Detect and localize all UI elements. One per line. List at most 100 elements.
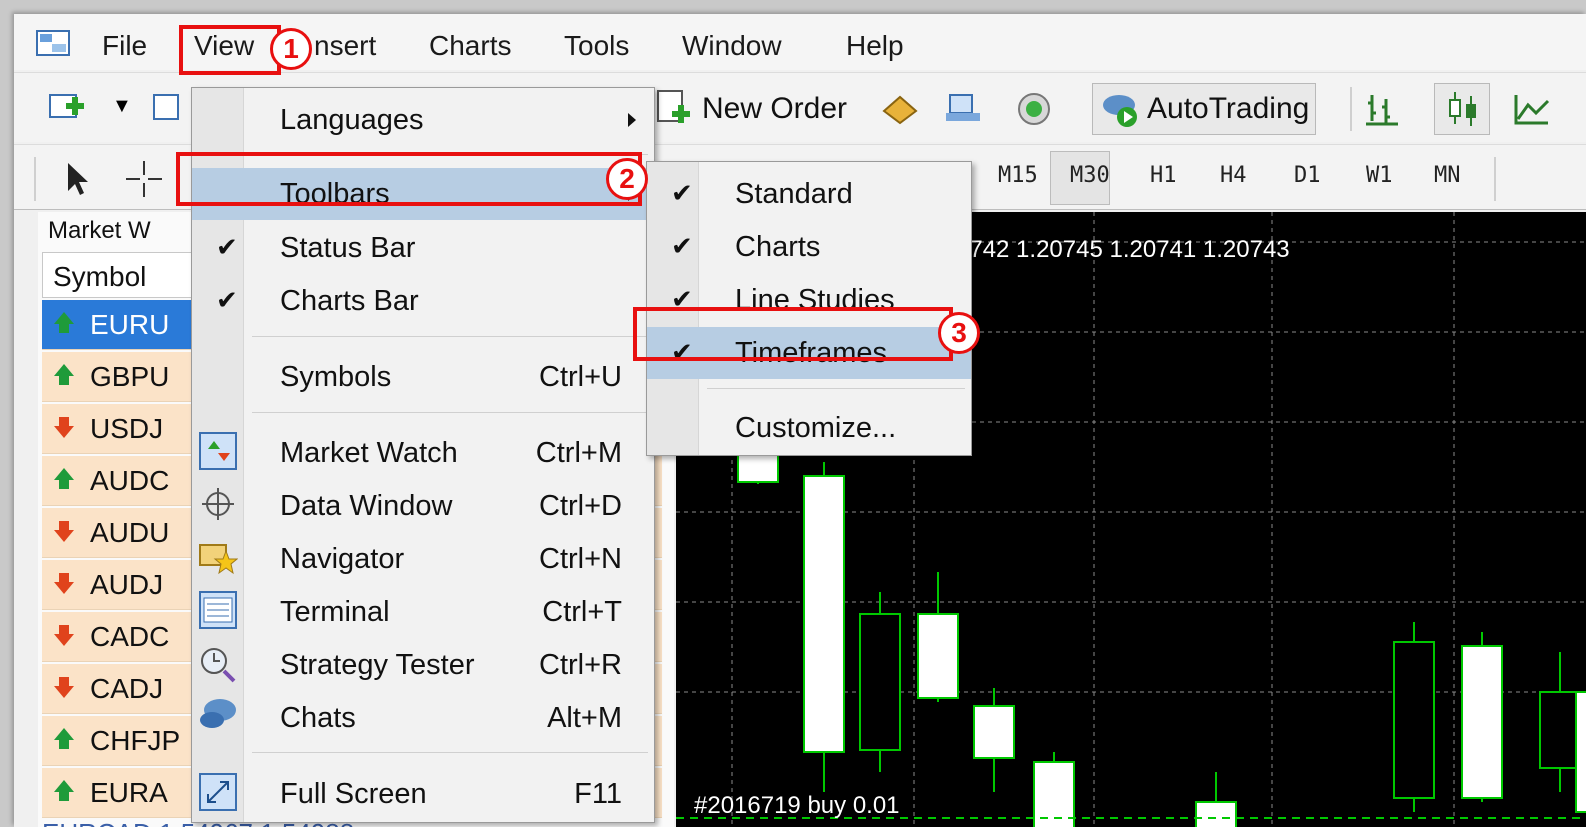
timeframe-h1[interactable]: H1 bbox=[1150, 163, 1177, 188]
signals-icon[interactable] bbox=[944, 91, 984, 127]
callout-badge-1: 1 bbox=[270, 28, 312, 70]
menu-item-chats[interactable]: Chats Alt+M bbox=[192, 692, 654, 744]
menu-item-symbols[interactable]: Symbols Ctrl+U bbox=[192, 351, 654, 403]
menu-item-terminal[interactable]: Terminal Ctrl+T bbox=[192, 586, 654, 638]
candle-body bbox=[1575, 691, 1586, 813]
menu-help[interactable]: Help bbox=[846, 30, 904, 62]
menu-tools[interactable]: Tools bbox=[564, 30, 629, 62]
submenu-item-standard[interactable]: ✔ Standard bbox=[647, 168, 971, 220]
timeframe-m30[interactable]: M30 bbox=[1070, 163, 1110, 188]
menu-separator bbox=[252, 412, 648, 413]
symbol-name: EURA bbox=[90, 777, 168, 808]
menu-separator bbox=[707, 388, 965, 389]
symbol-name: USDJ bbox=[90, 413, 164, 444]
strategy-tester-icon bbox=[201, 648, 236, 683]
arrow-up-icon bbox=[52, 364, 76, 388]
symbol-name: CADC bbox=[90, 621, 170, 652]
symbol-name: AUDU bbox=[90, 517, 170, 548]
new-order-label: New Order bbox=[702, 92, 848, 125]
arrow-down-icon bbox=[52, 624, 76, 648]
callout-box-toolbars bbox=[176, 152, 642, 206]
menu-item-status-bar[interactable]: ✔ Status Bar bbox=[192, 222, 654, 274]
menu-item-strategy-tester[interactable]: Strategy Tester Ctrl+R bbox=[192, 639, 654, 691]
menu-item-full-screen[interactable]: Full Screen F11 bbox=[192, 768, 654, 820]
check-icon: ✔ bbox=[671, 231, 693, 261]
market-icon[interactable] bbox=[1014, 91, 1054, 127]
menu-shortcut: Ctrl+N bbox=[539, 543, 622, 575]
toolbar-separator bbox=[1350, 87, 1352, 131]
menu-item-label: Charts bbox=[735, 231, 821, 263]
crosshair-tool-icon[interactable] bbox=[124, 159, 164, 199]
full-screen-icon bbox=[199, 773, 237, 811]
menu-item-label: Status Bar bbox=[280, 232, 416, 264]
metaeditor-icon[interactable] bbox=[880, 93, 920, 127]
candle-body bbox=[973, 705, 1015, 759]
menu-item-label: Full Screen bbox=[280, 778, 427, 810]
column-symbol[interactable]: Symbol bbox=[53, 261, 146, 293]
menu-item-market-watch[interactable]: Market Watch Ctrl+M bbox=[192, 427, 654, 479]
symbol-name: AUDC bbox=[90, 465, 170, 496]
candle-body bbox=[1393, 641, 1435, 799]
submenu-item-charts[interactable]: ✔ Charts bbox=[647, 221, 971, 273]
menu-item-data-window[interactable]: Data Window Ctrl+D bbox=[192, 480, 654, 532]
menu-item-label: Charts Bar bbox=[280, 285, 419, 317]
menu-window[interactable]: Window bbox=[682, 30, 782, 62]
new-order-button[interactable]: New Order bbox=[654, 89, 847, 129]
dropdown-arrow-icon[interactable]: ▼ bbox=[112, 95, 132, 118]
app-icon[interactable] bbox=[36, 30, 70, 56]
terminal-icon bbox=[199, 591, 237, 629]
symbol-name: AUDJ bbox=[90, 569, 164, 600]
candlestick-button[interactable] bbox=[1434, 83, 1490, 135]
candle-body bbox=[1539, 691, 1581, 769]
profiles-icon[interactable] bbox=[152, 91, 182, 125]
bar-chart-icon[interactable] bbox=[1364, 91, 1400, 127]
check-icon: ✔ bbox=[216, 285, 238, 315]
callout-box-timeframes bbox=[633, 307, 953, 361]
line-chart-icon[interactable] bbox=[1512, 91, 1552, 127]
candle-body bbox=[1195, 801, 1237, 827]
menu-charts[interactable]: Charts bbox=[429, 30, 511, 62]
menu-item-charts-bar[interactable]: ✔ Charts Bar bbox=[192, 275, 654, 327]
candle-body bbox=[1461, 645, 1503, 799]
candle-body bbox=[917, 613, 959, 699]
candle-body bbox=[737, 451, 779, 483]
autotrading-button[interactable]: AutoTrading bbox=[1092, 83, 1317, 135]
menu-shortcut: Alt+M bbox=[547, 702, 622, 734]
new-chart-icon[interactable] bbox=[48, 91, 88, 125]
menu-insert[interactable]: nsert bbox=[314, 30, 376, 62]
arrow-down-icon bbox=[52, 572, 76, 596]
candlestick-icon bbox=[1449, 92, 1476, 126]
toolbar-grip bbox=[34, 157, 36, 201]
arrow-up-icon bbox=[52, 468, 76, 492]
menu-item-label: Terminal bbox=[280, 596, 390, 628]
submenu-item-customize[interactable]: Customize... bbox=[647, 402, 971, 454]
cursor-arrow-icon[interactable] bbox=[62, 161, 92, 197]
timeframe-h4[interactable]: H4 bbox=[1220, 163, 1247, 188]
menu-item-label: Languages bbox=[280, 104, 424, 136]
arrow-down-icon bbox=[52, 416, 76, 440]
timeframe-d1[interactable]: D1 bbox=[1294, 163, 1321, 188]
arrow-down-icon bbox=[52, 520, 76, 544]
candle-body bbox=[859, 613, 901, 751]
menu-shortcut: Ctrl+D bbox=[539, 490, 622, 522]
menu-shortcut: Ctrl+T bbox=[542, 596, 622, 628]
menu-file[interactable]: File bbox=[102, 30, 147, 62]
menu-shortcut: Ctrl+U bbox=[539, 361, 622, 393]
menu-item-label: Symbols bbox=[280, 361, 392, 393]
callout-badge-3: 3 bbox=[938, 312, 980, 354]
menu-item-label: Standard bbox=[735, 178, 853, 210]
timeframe-w1[interactable]: W1 bbox=[1366, 163, 1393, 188]
timeframe-m15[interactable]: M15 bbox=[998, 163, 1038, 188]
symbol-name: EURU bbox=[90, 309, 170, 340]
toolbar-separator bbox=[1494, 157, 1496, 201]
menu-item-languages[interactable]: Languages bbox=[192, 94, 654, 146]
callout-box-view bbox=[179, 25, 281, 75]
menu-shortcut: Ctrl+R bbox=[539, 649, 622, 681]
check-icon: ✔ bbox=[671, 178, 693, 208]
menu-item-navigator[interactable]: Navigator Ctrl+N bbox=[192, 533, 654, 585]
menu-item-label: Market Watch bbox=[280, 437, 458, 469]
callout-badge-2: 2 bbox=[606, 158, 648, 200]
symbol-name: CADJ bbox=[90, 673, 164, 704]
timeframe-mn[interactable]: MN bbox=[1434, 163, 1461, 188]
candle-body bbox=[803, 475, 845, 753]
